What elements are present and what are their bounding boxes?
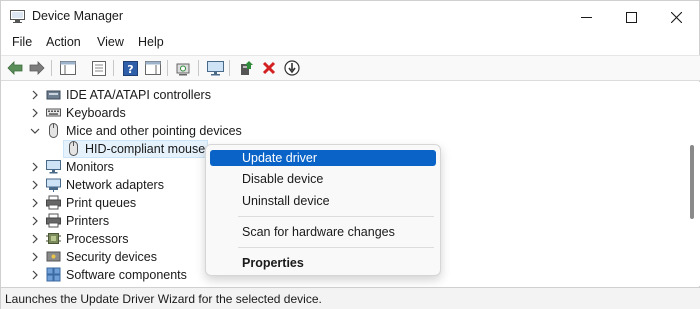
menu-action[interactable]: Action	[46, 35, 81, 49]
menu-item-label: Properties	[242, 256, 304, 270]
tree-item-label: Mice and other pointing devices	[66, 124, 242, 138]
scan-hardware-button[interactable]	[174, 59, 194, 77]
monitor-button[interactable]	[205, 59, 225, 77]
menu-item-scan-hardware[interactable]: Scan for hardware changes	[210, 224, 436, 240]
show-hide-console-tree-icon	[60, 61, 76, 75]
tree-item-keyboards[interactable]: Keyboards	[1, 104, 685, 122]
close-icon	[670, 11, 682, 23]
tree-item-label: Printers	[66, 214, 110, 228]
menu-item-update-driver[interactable]: Update driver	[210, 150, 436, 166]
menu-item-properties[interactable]: Properties	[210, 255, 436, 271]
menu-item-label: Uninstall device	[242, 194, 330, 208]
toolbar-separator	[229, 60, 230, 76]
tree-item-label: Print queues	[66, 196, 137, 210]
toolbar: ?	[1, 55, 700, 81]
help-button[interactable]: ?	[120, 59, 140, 77]
tree-item-label: Software components	[66, 268, 187, 282]
ide-controller-icon	[46, 90, 61, 100]
chevron-right-icon[interactable]	[29, 269, 41, 281]
back-icon	[7, 61, 23, 75]
disable-device-icon	[284, 60, 300, 76]
tree-item-label: Processors	[66, 232, 129, 246]
scan-hardware-icon	[176, 63, 190, 75]
network-adapter-icon	[46, 178, 61, 192]
chevron-right-icon[interactable]	[29, 89, 41, 101]
chevron-right-icon[interactable]	[29, 233, 41, 245]
forward-button[interactable]	[27, 59, 47, 77]
menu-separator	[238, 216, 434, 217]
disable-device-button[interactable]	[282, 59, 302, 77]
tree-item-ide-controllers[interactable]: IDE ATA/ATAPI controllers	[1, 86, 685, 104]
tree-item-label: HID-compliant mouse	[85, 142, 206, 156]
scrollbar-thumb[interactable]	[690, 145, 694, 219]
printer-icon	[46, 195, 61, 210]
mouse-icon	[69, 141, 78, 156]
chevron-right-icon[interactable]	[29, 197, 41, 209]
mouse-icon	[49, 123, 58, 138]
menu-item-label: Disable device	[242, 172, 324, 186]
context-menu: Update driver Disable device Uninstall d…	[205, 144, 441, 276]
svg-text:?: ?	[127, 63, 133, 76]
action-pane-button[interactable]	[143, 59, 163, 77]
monitor-icon	[206, 60, 224, 75]
device-manager-icon	[10, 10, 25, 23]
status-bar: Launches the Update Driver Wizard for th…	[1, 287, 700, 309]
update-driver-button[interactable]	[236, 59, 256, 77]
minimize-icon	[580, 16, 592, 18]
uninstall-button[interactable]	[259, 59, 279, 77]
monitor-icon	[46, 160, 61, 174]
title-bar: Device Manager	[1, 1, 700, 33]
status-text: Launches the Update Driver Wizard for th…	[5, 292, 322, 306]
device-manager-window: Device Manager File Action View Help ? I…	[0, 0, 700, 309]
chevron-right-icon[interactable]	[29, 179, 41, 191]
action-pane-icon	[145, 61, 161, 75]
show-hide-console-tree-button[interactable]	[58, 59, 78, 77]
toolbar-separator	[167, 60, 168, 76]
minimize-button[interactable]	[563, 1, 609, 33]
tree-item-label: Security devices	[66, 250, 158, 264]
menu-bar: File Action View Help	[1, 33, 700, 53]
window-title: Device Manager	[32, 9, 124, 23]
menu-item-label: Scan for hardware changes	[242, 225, 395, 239]
properties-button[interactable]	[89, 59, 109, 77]
toolbar-separator	[113, 60, 114, 76]
software-component-icon	[46, 267, 61, 282]
menu-item-disable-device[interactable]: Disable device	[210, 171, 436, 187]
maximize-button[interactable]	[608, 1, 654, 33]
back-button[interactable]	[5, 59, 25, 77]
keyboard-icon	[46, 108, 61, 117]
menu-separator	[238, 247, 434, 248]
security-device-icon	[46, 251, 61, 262]
processor-icon	[46, 233, 61, 244]
uninstall-icon	[262, 61, 276, 75]
tree-item-label: Network adapters	[66, 178, 164, 192]
menu-item-uninstall-device[interactable]: Uninstall device	[210, 193, 436, 209]
menu-help[interactable]: Help	[138, 35, 164, 49]
menu-view[interactable]: View	[97, 35, 124, 49]
maximize-icon	[625, 11, 637, 23]
close-button[interactable]	[653, 1, 699, 33]
toolbar-separator	[51, 60, 52, 76]
vertical-scrollbar[interactable]	[685, 82, 700, 286]
toolbar-separator	[198, 60, 199, 76]
tree-item-label: Keyboards	[66, 106, 126, 120]
update-driver-icon	[240, 61, 253, 75]
menu-item-label: Update driver	[242, 151, 318, 165]
chevron-right-icon[interactable]	[29, 107, 41, 119]
chevron-right-icon[interactable]	[29, 161, 41, 173]
tree-item-mice[interactable]: Mice and other pointing devices	[1, 122, 685, 140]
forward-icon	[29, 61, 45, 75]
menu-file[interactable]: File	[12, 35, 32, 49]
chevron-right-icon[interactable]	[29, 251, 41, 263]
chevron-down-icon[interactable]	[29, 125, 41, 137]
tree-item-label: IDE ATA/ATAPI controllers	[66, 88, 211, 102]
chevron-right-icon[interactable]	[29, 215, 41, 227]
help-icon: ?	[122, 60, 138, 76]
tree-item-label: Monitors	[66, 160, 114, 174]
properties-icon	[92, 60, 106, 76]
printer-icon	[46, 213, 61, 228]
